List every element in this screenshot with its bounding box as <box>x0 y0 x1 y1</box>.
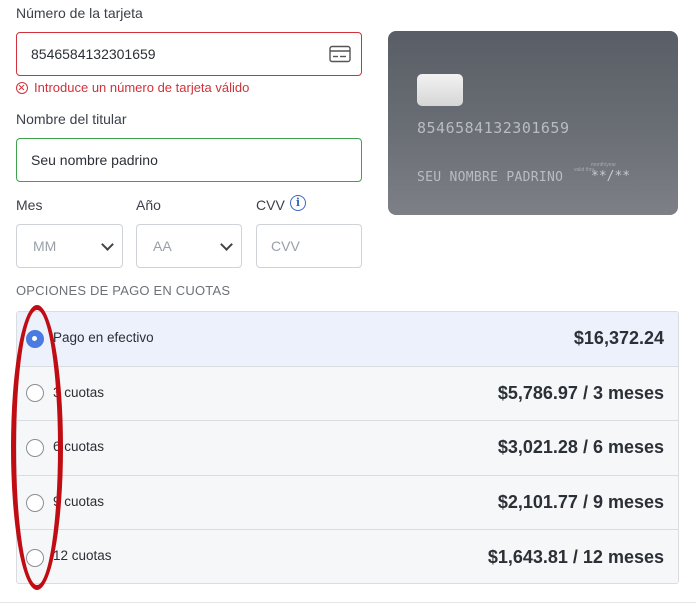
chevron-down-icon <box>101 237 114 251</box>
cvv-label: CVV <box>256 197 285 213</box>
year-select-value: AA <box>153 238 172 254</box>
holder-value: Seu nombre padrino <box>31 152 158 168</box>
radio-button[interactable] <box>26 384 44 403</box>
installments-title: OPCIONES DE PAGO EN CUOTAS <box>16 283 231 298</box>
year-select[interactable]: AA <box>136 224 242 268</box>
divider <box>0 602 696 603</box>
cvv-placeholder: CVV <box>271 238 300 254</box>
option-label: 9 cuotas <box>53 493 105 509</box>
holder-label: Nombre del titular <box>16 111 127 127</box>
radio-button[interactable] <box>26 438 44 457</box>
installment-options: Pago en efectivo $16,372.24 3 cuotas $5,… <box>16 311 679 584</box>
error-icon <box>16 81 28 94</box>
card-chip-icon <box>417 74 463 106</box>
option-label: 6 cuotas <box>53 439 105 455</box>
card-number-error: Introduce un número de tarjeta válido <box>16 80 249 95</box>
card-preview-expiry-label: month/year <box>591 162 617 168</box>
radio-button[interactable] <box>26 329 44 348</box>
option-price: $5,786.97 / 3 meses <box>497 382 664 403</box>
installment-option-9[interactable]: 9 cuotas $2,101.77 / 9 meses <box>17 475 678 531</box>
credit-card-icon <box>329 45 351 63</box>
month-label: Mes <box>16 197 43 213</box>
option-price: $2,101.77 / 9 meses <box>497 492 664 513</box>
card-number-value: 8546584132301659 <box>31 46 156 62</box>
card-number-error-text: Introduce un número de tarjeta válido <box>34 80 250 95</box>
chevron-down-icon <box>220 237 233 251</box>
installment-option-12[interactable]: 12 cuotas $1,643.81 / 12 meses <box>17 530 678 583</box>
holder-field[interactable]: Seu nombre padrino <box>16 138 362 182</box>
card-preview-holder: SEU NOMBRE PADRINO <box>417 170 564 185</box>
card-number-label: Número de la tarjeta <box>16 5 143 21</box>
cvv-input[interactable]: CVV <box>256 224 362 268</box>
card-number-field[interactable]: 8546584132301659 <box>16 32 362 76</box>
option-price: $16,372.24 <box>573 328 664 349</box>
option-label: Pago en efectivo <box>53 330 154 345</box>
month-select[interactable]: MM <box>16 224 123 268</box>
info-icon[interactable]: i <box>290 195 306 211</box>
radio-button[interactable] <box>26 493 44 512</box>
card-preview-expiry: **/** <box>591 169 631 184</box>
month-select-value: MM <box>33 238 57 254</box>
card-preview-number: 8546584132301659 <box>417 119 570 137</box>
installment-option-6[interactable]: 6 cuotas $3,021.28 / 6 meses <box>17 421 678 476</box>
card-preview: 8546584132301659 SEU NOMBRE PADRINO vali… <box>388 31 678 215</box>
option-price: $1,643.81 / 12 meses <box>487 547 664 568</box>
installment-option-cash[interactable]: Pago en efectivo $16,372.24 <box>17 312 678 367</box>
option-label: 12 cuotas <box>53 548 112 564</box>
installment-option-3[interactable]: 3 cuotas $5,786.97 / 3 meses <box>17 366 678 422</box>
option-price: $3,021.28 / 6 meses <box>497 437 664 458</box>
year-label: Año <box>136 197 161 213</box>
option-label: 3 cuotas <box>53 384 105 400</box>
radio-button[interactable] <box>26 548 44 567</box>
